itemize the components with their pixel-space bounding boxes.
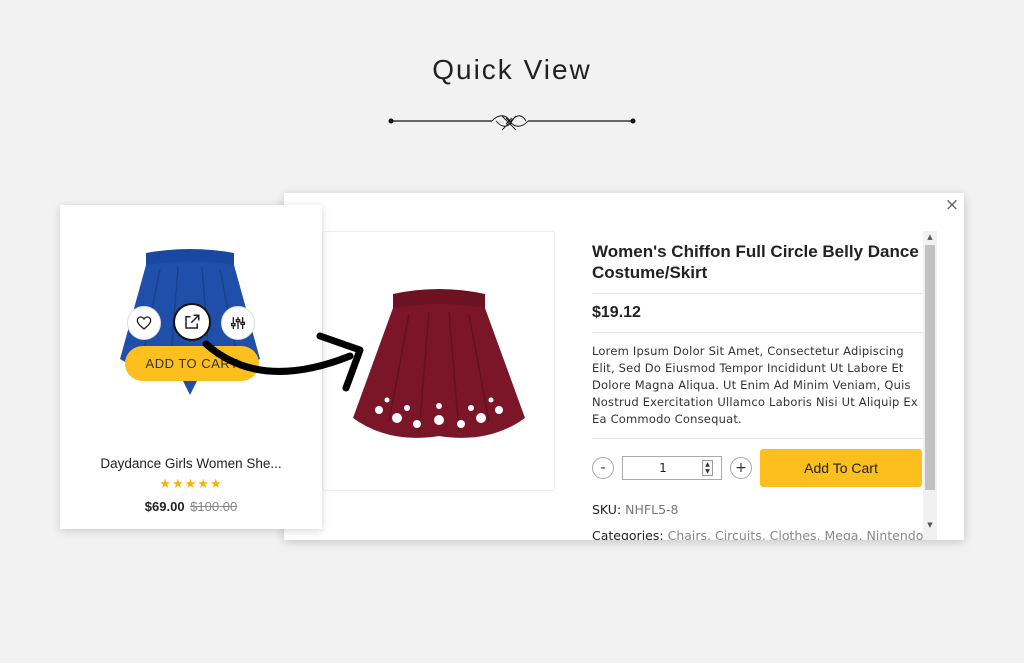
spinner-arrows-icon[interactable]: ▲ ▼ [702, 460, 713, 476]
quantity-value: 1 [659, 461, 667, 475]
divider [592, 332, 923, 333]
categories-label: Categories: [592, 528, 664, 540]
arrow-annotation-icon [202, 332, 364, 392]
divider [592, 293, 923, 294]
wishlist-button[interactable] [127, 306, 161, 340]
product-description: Lorem Ipsum Dolor Sit Amet, Consectetur … [592, 344, 918, 426]
rating-stars: ★★★★★ [159, 477, 223, 492]
scroll-down-arrow-icon[interactable]: ▼ [923, 519, 937, 531]
product-details: Women's Chiffon Full Circle Belly Dance … [592, 241, 923, 540]
close-icon[interactable]: × [944, 197, 960, 214]
page-title: Quick View [432, 54, 592, 85]
old-price: $100.00 [190, 499, 238, 514]
scroll-up-arrow-icon[interactable]: ▲ [923, 231, 937, 243]
product-price: $19.12 [592, 304, 641, 321]
title-divider-ornament [388, 115, 636, 131]
divider [592, 438, 923, 439]
scrollbar-thumb[interactable] [925, 245, 935, 490]
sku-label: SKU: [592, 502, 622, 517]
categories-row: Categories: Chairs, Circuits, Clothes, Me… [592, 528, 923, 540]
sku-row: SKU: NHFL5-8 [592, 502, 923, 517]
quantity-decrease-button[interactable]: - [592, 457, 614, 479]
quantity-input[interactable]: 1 ▲ ▼ [622, 456, 722, 480]
add-to-cart-button[interactable]: Add To Cart [760, 449, 922, 487]
card-product-name[interactable]: Daydance Girls Women She... [60, 456, 322, 471]
sliders-icon [231, 317, 245, 329]
modal-product-image [353, 289, 525, 438]
quantity-row: - 1 ▲ ▼ + Add To Cart [592, 449, 923, 487]
current-price: $69.00 [144, 499, 185, 514]
quick-view-modal: × Women's Chiffon Full Circle Belly Danc… [284, 193, 964, 540]
external-link-icon [185, 314, 200, 329]
sku-value: NHFL5-8 [625, 502, 679, 517]
quantity-increase-button[interactable]: + [730, 457, 752, 479]
details-scrollbar[interactable]: ▲ ▼ [923, 231, 937, 540]
categories-links[interactable]: Chairs, Circuits, Clothes, Mega, Nintend… [668, 528, 924, 540]
product-title: Women's Chiffon Full Circle Belly Dance … [592, 242, 919, 282]
card-price: $69.00 $100.00 [60, 499, 322, 514]
heart-icon [136, 316, 152, 330]
